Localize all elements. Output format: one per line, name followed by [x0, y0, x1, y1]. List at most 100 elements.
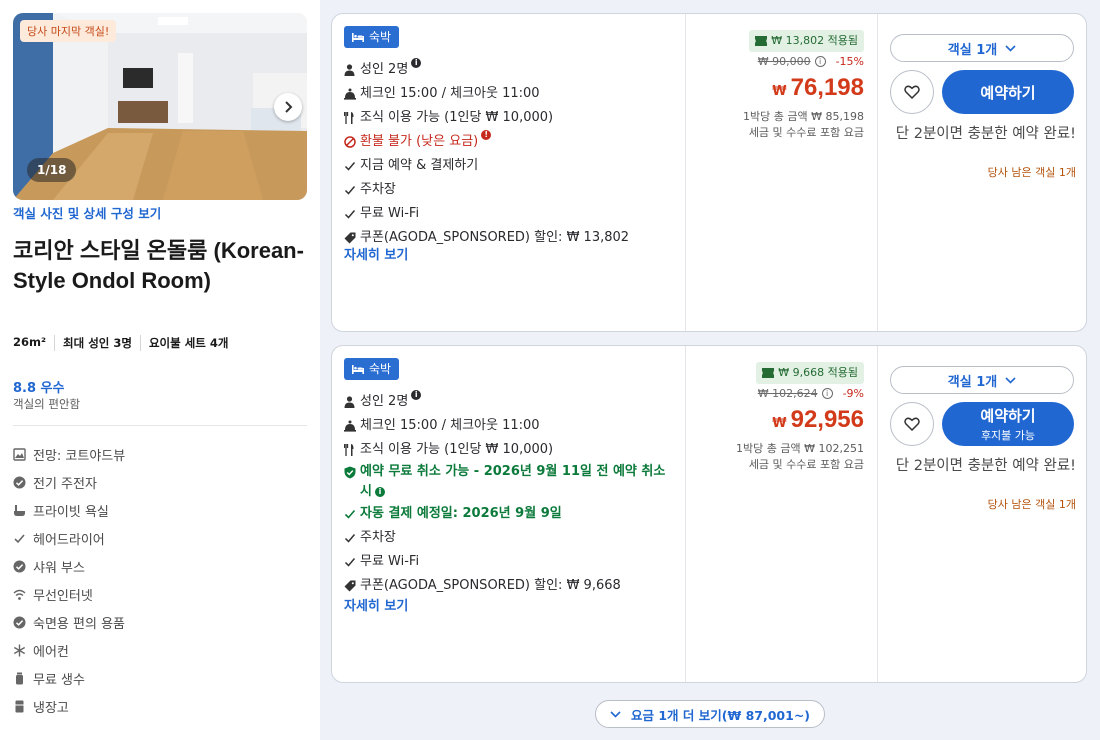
feature-parking: 주차장 — [344, 526, 679, 550]
amenity-item: 에어컨 — [13, 636, 125, 664]
info-icon[interactable]: ! — [481, 130, 492, 140]
feature-breakfast: 조식 이용 가능 (1인당 ₩ 10,000) — [344, 106, 679, 130]
room-count-select[interactable]: 객실 1개 — [890, 34, 1074, 62]
coupon-applied-chip: ₩ 9,668 적용됨 — [756, 362, 864, 384]
room-score-caption: 객실의 편안함 — [13, 397, 81, 411]
feature-wifi: 무료 Wi-Fi — [344, 550, 679, 574]
room-size: 26m² — [13, 335, 47, 349]
amenity-item: 전기 주전자 — [13, 468, 125, 496]
water-drop-icon — [13, 672, 33, 685]
amenity-item: 냉장고 — [13, 692, 125, 720]
info-icon[interactable]: i — [411, 390, 422, 400]
offer-features: 성인 2명 i 체크인 15:00 / 체크아웃 11:00 조식 이용 가능 (… — [344, 390, 679, 598]
check-circle-icon — [13, 560, 33, 573]
ticket-icon — [762, 368, 775, 378]
divider — [13, 425, 307, 426]
feature-auto-pay: 자동 결제 예정일: 2026년 9월 9일 — [344, 502, 679, 526]
last-room-badge: 당사 마지막 객실! — [20, 20, 117, 42]
room-photo-detail-link[interactable]: 객실 사진 및 상세 구성 보기 — [13, 203, 161, 222]
amenity-label: 샤워 부스 — [33, 560, 85, 576]
original-price-row: ₩ 90,000 i -15% — [758, 55, 864, 68]
show-more-rates-button[interactable]: 요금 1개 더 보기(₩ 87,001~) — [595, 700, 825, 728]
book-button[interactable]: 예약하기 — [942, 70, 1074, 114]
room-count-select[interactable]: 객실 1개 — [890, 366, 1074, 394]
amenity-label: 프라이빗 욕실 — [33, 504, 109, 520]
amenity-item: 숙면용 편의 용품 — [13, 608, 125, 636]
feature-breakfast: 조식 이용 가능 (1인당 ₩ 10,000) — [344, 438, 679, 462]
feature-wifi: 무료 Wi-Fi — [344, 202, 679, 226]
person-icon — [344, 390, 360, 414]
tax-note: 세금 및 수수료 포함 요금 — [748, 458, 864, 471]
check-circle-icon — [13, 616, 33, 629]
check-icon — [13, 532, 33, 545]
coupon-applied-chip: ₩ 13,802 적용됨 — [749, 30, 864, 52]
room-info-panel: 당사 마지막 객실! 1/18 객실 사진 및 상세 구성 보기 코리안 스타일… — [0, 0, 320, 740]
favorite-button[interactable] — [890, 70, 934, 114]
hurry-message: 단 2분이면 충분한 예약 완료! — [895, 458, 1076, 474]
check-icon — [344, 154, 360, 178]
bed-icon — [352, 364, 364, 374]
feature-adults: 성인 2명 i — [344, 58, 679, 82]
pay-later-note: 후지불 가능 — [980, 429, 1036, 442]
shield-check-icon — [344, 462, 360, 482]
price-display: ₩ 76,198 — [772, 74, 864, 102]
chevron-down-icon — [1005, 376, 1016, 384]
amenity-label: 무료 생수 — [33, 672, 85, 688]
info-icon[interactable]: i — [814, 56, 826, 67]
stay-badge: 숙박 — [344, 26, 400, 48]
snowflake-icon — [13, 644, 33, 657]
amenity-item: 무료 생수 — [13, 664, 125, 692]
check-icon — [344, 526, 360, 550]
feature-checkin: 체크인 15:00 / 체크아웃 11:00 — [344, 414, 679, 438]
price-column: ₩ 9,668 적용됨 ₩ 102,624 i -9% ₩ 92,956 1박당… — [686, 346, 876, 682]
detail-link[interactable]: 자세히 보기 — [344, 244, 408, 263]
bellhop-icon — [344, 414, 360, 438]
bathtub-icon — [13, 504, 33, 517]
feature-free-cancel: 예약 무료 취소 가능 - 2026년 9월 11일 전 예약 취소 시i — [344, 462, 679, 502]
original-price-row: ₩ 102,624 i -9% — [758, 387, 864, 400]
amenity-item: 헤어드라이어 — [13, 524, 125, 552]
feature-parking: 주차장 — [344, 178, 679, 202]
price-amount: 92,956 — [790, 406, 864, 433]
info-icon[interactable]: i — [411, 58, 422, 68]
original-price: ₩ 102,624 — [757, 387, 818, 400]
amenity-item: 전망: 코트야드뷰 — [13, 440, 125, 468]
amenity-label: 냉장고 — [33, 700, 69, 716]
detail-link[interactable]: 자세히 보기 — [344, 595, 408, 614]
favorite-button[interactable] — [890, 402, 934, 446]
rooms-left-notice: 당사 남은 객실 1개 — [987, 498, 1076, 511]
offer-card: 숙박 성인 2명 i 체크인 15:00 / 체크아웃 11:00 조식 이용 가… — [331, 13, 1087, 332]
room-photo[interactable]: 당사 마지막 객실! 1/18 — [13, 13, 307, 200]
room-title: 코리안 스타일 온돌룸 (Korean-Style Ondol Room) — [13, 238, 304, 293]
cutlery-icon — [344, 438, 360, 462]
fridge-icon — [13, 700, 33, 713]
info-icon[interactable]: i — [374, 486, 385, 497]
bed-icon — [352, 32, 364, 42]
feature-checkin: 체크인 15:00 / 체크아웃 11:00 — [344, 82, 679, 106]
check-icon — [344, 502, 360, 526]
photo-next-button[interactable] — [274, 93, 302, 121]
bellhop-icon — [344, 82, 360, 106]
original-price: ₩ 90,000 — [757, 55, 811, 68]
stay-badge: 숙박 — [344, 358, 400, 380]
room-bedding: 요이불 세트 4개 — [139, 335, 237, 351]
check-circle-icon — [13, 476, 33, 489]
amenity-label: 무선인터넷 — [33, 588, 93, 604]
check-icon — [344, 178, 360, 202]
price-display: ₩ 92,956 — [772, 406, 864, 434]
amenity-label: 전망: 코트야드뷰 — [33, 448, 126, 464]
info-icon[interactable]: i — [821, 388, 833, 399]
stay-badge-label: 숙박 — [369, 30, 392, 44]
discount-percent: -15% — [835, 55, 864, 68]
amenity-list: 전망: 코트야드뷰 전기 주전자 프라이빗 욕실 헤어드라이어 샤워 부스 무선… — [13, 440, 125, 720]
check-icon — [344, 202, 360, 226]
heart-icon — [904, 417, 920, 431]
book-button[interactable]: 예약하기 후지불 가능 — [942, 402, 1074, 446]
room-score: 8.8 우수 — [13, 381, 65, 396]
wifi-icon — [13, 588, 33, 601]
chevron-down-icon — [610, 710, 621, 718]
amenity-item: 샤워 부스 — [13, 552, 125, 580]
room-max-occupancy: 최대 성인 3명 — [54, 335, 140, 351]
heart-icon — [904, 85, 920, 99]
view-icon — [13, 447, 33, 461]
